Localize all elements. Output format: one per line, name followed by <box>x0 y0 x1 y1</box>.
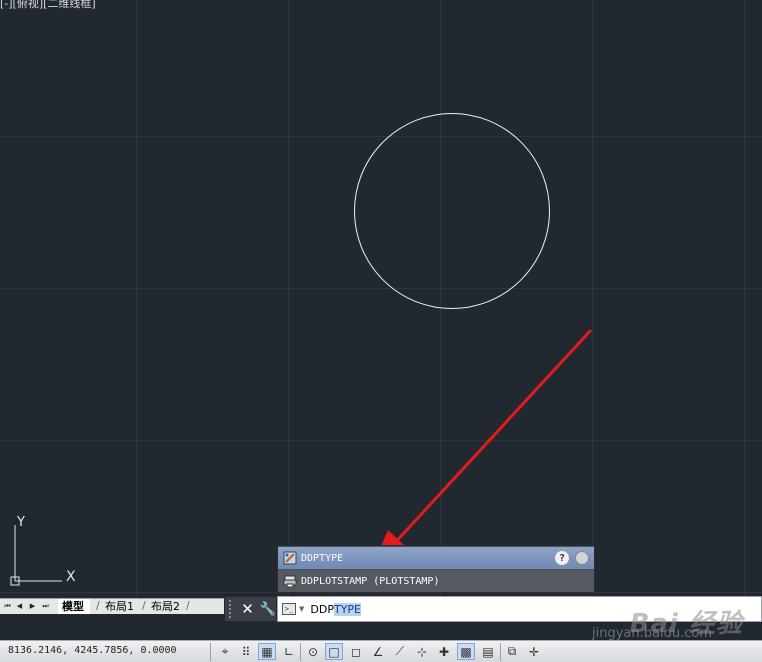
help-icon[interactable]: ? <box>555 551 569 565</box>
grid-display-icon[interactable]: ▦ <box>258 643 276 660</box>
next-tab-icon[interactable]: ▶ <box>27 601 38 612</box>
object-snap-icon[interactable]: □ <box>325 643 343 660</box>
dynamic-ucs-icon[interactable]: ⟋ <box>391 643 409 660</box>
close-icon[interactable]: ✕ <box>241 600 254 618</box>
object-snap-tracking-icon[interactable]: ∠ <box>369 643 387 660</box>
viewport-controls-label[interactable]: [-][俯视][二维线框] <box>0 0 96 11</box>
tab-divider: / <box>142 599 146 612</box>
infer-constraints-icon[interactable]: ⌖ <box>216 643 234 660</box>
layout-tabs-bar: ⏮ ◀ ▶ ⏭ 模型 / 布局1 / 布局2 / <box>0 598 224 614</box>
ucs-y-label: Y <box>16 515 25 530</box>
annotation-monitor-icon[interactable]: ✛ <box>525 643 543 660</box>
plot-stamp-icon <box>283 575 297 588</box>
watermark-url: jingyan.baidu.com <box>592 626 712 641</box>
command-input[interactable]: >_ ▼ DDP TYPE Bai 经验 <box>277 596 762 639</box>
3d-object-snap-icon[interactable]: ◻ <box>347 643 365 660</box>
ucs-x-label: X <box>66 569 76 585</box>
cursor-coordinates[interactable]: 8136.2146, 4245.7856, 0.0000 <box>8 645 177 656</box>
status-divider <box>300 643 301 661</box>
drawing-canvas[interactable]: [-][俯视][二维线框] Y X <box>0 0 762 598</box>
status-bar: 8136.2146, 4245.7856, 0.0000 ⌖ ⠿ ▦ ∟ ⊙ □… <box>0 640 762 662</box>
point-style-icon <box>283 551 297 565</box>
last-tab-icon[interactable]: ⏭ <box>40 601 51 612</box>
autocomplete-suggestion: TYPE <box>333 602 361 616</box>
quick-properties-icon[interactable]: ▤ <box>479 643 497 660</box>
status-divider <box>500 643 501 661</box>
transparency-icon[interactable]: ▩ <box>457 643 475 660</box>
tab-model[interactable]: 模型 <box>58 599 90 614</box>
ucs-icon: Y X <box>10 515 76 586</box>
typed-text: DDP <box>310 602 334 616</box>
internet-search-icon[interactable] <box>575 551 589 565</box>
drag-grip-icon[interactable] <box>229 600 234 618</box>
recent-commands-dropdown-icon[interactable]: ▼ <box>299 605 304 613</box>
previous-tab-icon[interactable]: ◀ <box>14 601 25 612</box>
autocomplete-label: DDPLOTSTAMP (PLOTSTAMP) <box>301 575 440 587</box>
autocomplete-label: DDPTYPE <box>301 552 344 564</box>
tab-layout2[interactable]: 布局2 <box>147 599 186 614</box>
autocomplete-item-ddptype[interactable]: DDPTYPE ? <box>278 547 594 569</box>
tab-divider: / <box>96 599 100 612</box>
dynamic-input-icon[interactable]: ⊹ <box>413 643 431 660</box>
command-prompt-icon[interactable]: >_ <box>282 603 296 615</box>
ortho-mode-icon[interactable]: ∟ <box>280 643 298 660</box>
selection-cycling-icon[interactable]: ⧉ <box>503 643 521 660</box>
first-tab-icon[interactable]: ⏮ <box>2 601 13 612</box>
autocomplete-item-ddplotstamp[interactable]: DDPLOTSTAMP (PLOTSTAMP) <box>278 570 594 592</box>
autocomplete-popup: DDPTYPE ? DDPLOTSTAMP (PLOTSTAMP) <box>277 545 595 593</box>
wrench-icon[interactable]: 🔧 <box>260 602 276 617</box>
polar-tracking-icon[interactable]: ⊙ <box>304 643 322 660</box>
command-line-handle[interactable]: ✕ 🔧 <box>224 596 277 622</box>
lineweight-icon[interactable]: ✚ <box>435 643 453 660</box>
circle-object[interactable] <box>354 113 550 309</box>
tab-divider: / <box>186 599 190 612</box>
snap-mode-icon[interactable]: ⠿ <box>237 643 255 660</box>
status-divider <box>210 643 211 661</box>
tab-layout1[interactable]: 布局1 <box>101 599 140 614</box>
